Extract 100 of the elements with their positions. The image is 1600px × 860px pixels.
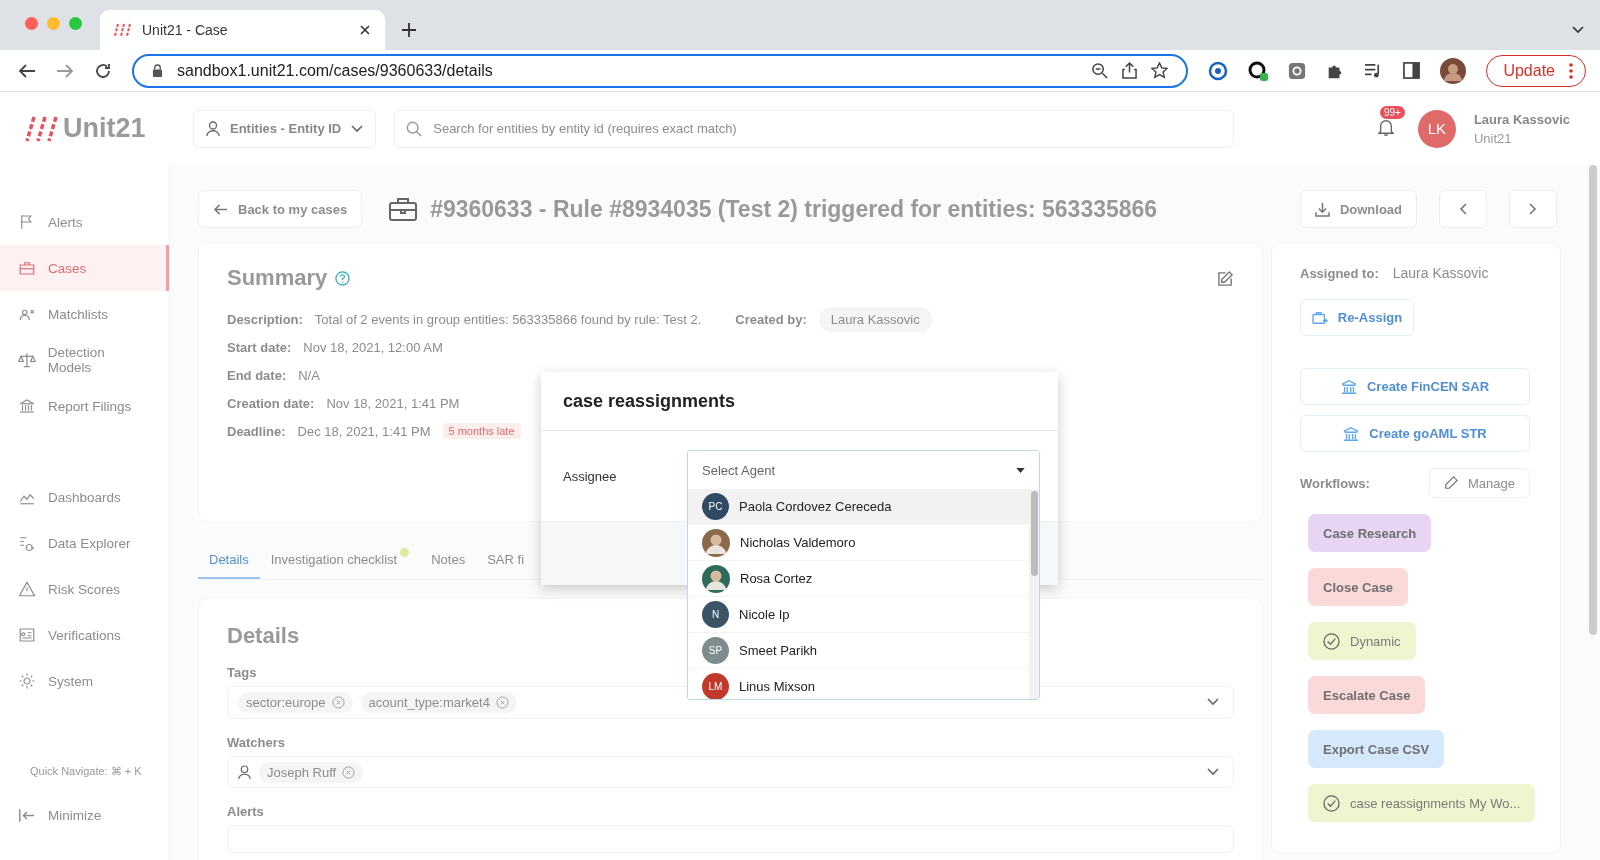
agent-avatar: LM: [702, 673, 729, 699]
field-label: Deadline:: [227, 423, 286, 439]
tag-chip: sector:europe: [238, 691, 353, 713]
more-icon[interactable]: [1569, 62, 1573, 79]
agent-option[interactable]: PC Paola Cordovez Cereceda: [688, 489, 1029, 525]
agent-avatar: SP: [702, 637, 729, 664]
sidebar-item[interactable]: System: [0, 658, 169, 704]
scrollbar-thumb[interactable]: [1588, 165, 1597, 635]
workflow-button[interactable]: case reassignments My Wo...: [1308, 784, 1536, 822]
nav-icon: [18, 259, 36, 277]
tag-chip: acount_type:market4: [360, 691, 517, 713]
field-value: Total of 2 events in group entities: 563335866 found by rule: Test 2.: [314, 311, 702, 327]
field-label: Watchers: [227, 734, 287, 750]
tab[interactable]: Details: [198, 544, 260, 579]
update-button[interactable]: Update: [1486, 54, 1586, 87]
chevron-down-icon: [351, 124, 364, 133]
create-str-button[interactable]: Create goAML STR: [1300, 415, 1530, 452]
workflow-button[interactable]: Escalate Case: [1308, 676, 1426, 714]
sidebar-icon[interactable]: [1403, 62, 1421, 79]
workflow-button[interactable]: Export Case CSV: [1308, 730, 1445, 768]
tab[interactable]: SAR fi: [476, 544, 535, 579]
notification-badge: 99+: [1379, 105, 1405, 119]
sidebar-item[interactable]: Report Filings: [0, 383, 169, 429]
extension-icon[interactable]: [1248, 60, 1269, 81]
star-icon[interactable]: [1151, 62, 1169, 79]
field-value: Nov 18, 2021, 1:41 PM: [326, 395, 460, 411]
close-icon[interactable]: [359, 24, 371, 36]
agent-option[interactable]: Nicholas Valdemoro: [688, 525, 1029, 561]
new-tab-icon[interactable]: [401, 22, 417, 38]
agent-avatar: N: [702, 601, 729, 628]
search-icon: [406, 120, 423, 137]
agent-option[interactable]: N Nicole Ip: [688, 597, 1029, 633]
address-bar[interactable]: sandbox1.unit21.com/cases/9360633/details: [132, 53, 1189, 88]
tab[interactable]: Investigation checklist: [259, 544, 421, 579]
forward-arrow-icon[interactable]: [56, 62, 74, 79]
reload-icon[interactable]: [94, 61, 112, 80]
back-arrow-icon: [213, 202, 228, 216]
sidebar-item[interactable]: Verifications: [0, 612, 169, 658]
agent-option[interactable]: Rosa Cortez: [688, 561, 1029, 597]
section-title: Details: [227, 623, 301, 649]
late-badge: 5 months late: [442, 423, 521, 439]
share-icon[interactable]: [1122, 62, 1138, 79]
section-title: Summary: [227, 265, 328, 291]
person-icon: [206, 120, 220, 137]
bank-icon: [1340, 378, 1357, 395]
workflow-button[interactable]: Case Research: [1308, 514, 1432, 552]
zoom-icon[interactable]: [1091, 62, 1109, 79]
create-sar-button[interactable]: Create FinCEN SAR: [1300, 368, 1530, 405]
chevron-down-icon[interactable]: [1572, 26, 1584, 34]
tab[interactable]: Notes: [420, 544, 477, 579]
minimize-button[interactable]: Minimize: [0, 792, 169, 838]
person-icon: [238, 764, 251, 780]
check-circle-icon: [1323, 794, 1340, 812]
download-icon: [1314, 201, 1330, 217]
sidebar-item[interactable]: Matchlists: [0, 291, 169, 337]
user-avatar[interactable]: LK: [1417, 109, 1456, 148]
field-label: End date:: [227, 367, 287, 383]
field-label: Assigned to:: [1300, 265, 1379, 281]
chevron-right-icon: [1529, 203, 1537, 215]
slash-logo-icon: [25, 114, 59, 143]
nav-icon: [18, 534, 36, 552]
download-button[interactable]: Download: [1299, 190, 1417, 228]
entity-type-select[interactable]: Entities - Entity ID: [193, 109, 377, 148]
creator-chip: Laura Kassovic: [818, 306, 932, 332]
bank-icon: [1343, 425, 1360, 442]
back-button[interactable]: Back to my cases: [198, 190, 363, 228]
edit-icon[interactable]: [1217, 269, 1234, 287]
field-value: Nov 18, 2021, 12:00 AM: [303, 339, 443, 355]
sidebar-item[interactable]: Dashboards: [0, 474, 169, 520]
workflow-button[interactable]: Dynamic: [1308, 622, 1416, 660]
sidebar-item[interactable]: Detection Models: [0, 337, 169, 383]
workflow-button[interactable]: Close Case: [1308, 568, 1409, 606]
assignee-name: Laura Kassovic: [1392, 265, 1489, 281]
browser-tab[interactable]: Unit21 - Case: [100, 10, 385, 50]
chevron-down-icon[interactable]: [1207, 698, 1219, 707]
field-label: Start date:: [227, 339, 292, 355]
bell-icon[interactable]: [1377, 117, 1394, 136]
chevron-down-icon[interactable]: [1207, 768, 1219, 777]
sidebar-item[interactable]: Alerts: [0, 199, 169, 245]
sidebar-item[interactable]: Risk Scores: [0, 566, 169, 612]
case-title: #9360633 - Rule #8934035 (Test 2) triggered for entities: 563335866: [430, 195, 1158, 223]
nav-icon: [18, 672, 36, 690]
sidebar-item[interactable]: Cases: [0, 245, 169, 291]
watchers-field[interactable]: Joseph Ruff: [227, 755, 1234, 789]
nav-icon: [18, 351, 36, 369]
reassign-button[interactable]: Re-Assign: [1300, 299, 1414, 336]
back-arrow-icon[interactable]: [18, 62, 36, 79]
field-label: Description:: [227, 311, 303, 327]
search-field[interactable]: Search for entities by entity id (requires exact match): [394, 109, 1235, 148]
nav-icon: [18, 397, 36, 415]
agent-option[interactable]: SP Smeet Parikh: [688, 633, 1029, 669]
scrollbar-thumb[interactable]: [1030, 491, 1038, 576]
manage-button[interactable]: Manage: [1429, 468, 1530, 498]
field-label: Assignee: [563, 468, 617, 484]
help-icon[interactable]: [335, 270, 351, 286]
sidebar-item[interactable]: Data Explorer: [0, 520, 169, 566]
field-value: N/A: [298, 367, 320, 383]
nav-icon: [18, 580, 36, 598]
profile-avatar-icon[interactable]: [1440, 57, 1467, 84]
collapse-icon: [18, 807, 36, 823]
